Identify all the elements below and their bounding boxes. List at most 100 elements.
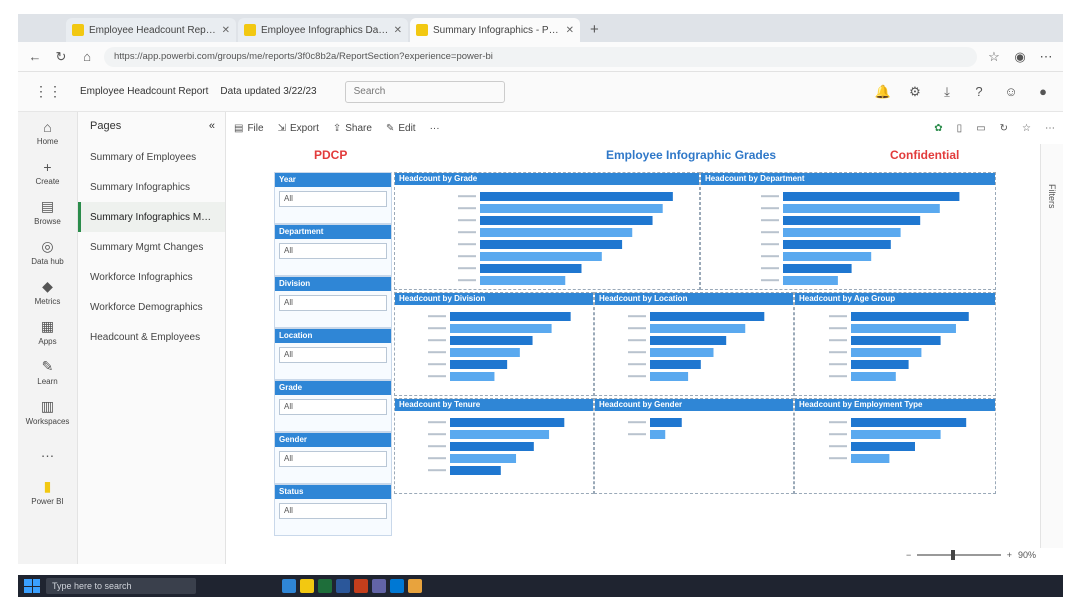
chart-bar[interactable]: [450, 348, 520, 357]
chart-bar[interactable]: [450, 312, 571, 321]
favorite-icon[interactable]: ☆: [1022, 123, 1031, 134]
slicer-dropdown[interactable]: All: [279, 243, 387, 259]
chart-bar[interactable]: [783, 252, 872, 261]
slicer[interactable]: Status All: [274, 484, 392, 536]
slicer-dropdown[interactable]: All: [279, 347, 387, 363]
rail-item-metrics[interactable]: ◆ Metrics: [18, 272, 77, 312]
chart-bar[interactable]: [851, 336, 941, 345]
chart-visual[interactable]: Headcount by Employment Type: [794, 398, 996, 494]
edit-button[interactable]: ✎ Edit: [386, 123, 416, 134]
chart-bar[interactable]: [480, 204, 663, 213]
bookmark-icon[interactable]: ▯: [957, 123, 963, 134]
slicer[interactable]: Department All: [274, 224, 392, 276]
chart-bar[interactable]: [480, 264, 582, 273]
chart-bar[interactable]: [851, 324, 956, 333]
more-icon[interactable]: ⋯: [1045, 123, 1055, 134]
browser-tab-2[interactable]: Employee Infographics Dashboard ✕: [238, 18, 408, 42]
chart-bar[interactable]: [851, 348, 922, 357]
slicer[interactable]: Year All: [274, 172, 392, 224]
rail-item-home[interactable]: ⌂ Home: [18, 112, 77, 152]
slicer-dropdown[interactable]: All: [279, 295, 387, 311]
browser-menu-icon[interactable]: ⋯: [1037, 49, 1055, 65]
chart-visual[interactable]: Headcount by Department: [700, 172, 996, 290]
export-menu[interactable]: ⇲ Export: [278, 123, 319, 134]
rail-item-workspaces[interactable]: ▥ Workspaces: [18, 392, 77, 432]
outlook-icon[interactable]: [390, 579, 404, 593]
chart-bar[interactable]: [851, 360, 909, 369]
collapse-pane-icon[interactable]: «: [209, 120, 215, 132]
chart-bar[interactable]: [783, 264, 852, 273]
chart-bar[interactable]: [480, 192, 673, 201]
back-icon[interactable]: ←: [26, 49, 44, 64]
zoom-control[interactable]: − + 90%: [906, 548, 1036, 562]
page-tab[interactable]: Summary Infographics Mgmt: [78, 202, 225, 232]
zoom-out-icon[interactable]: −: [906, 550, 911, 560]
close-tab-icon[interactable]: ✕: [566, 25, 574, 36]
chart-bar[interactable]: [650, 348, 714, 357]
chart-bar[interactable]: [480, 216, 653, 225]
chart-bar[interactable]: [650, 324, 746, 333]
taskbar-search-input[interactable]: Type here to search: [46, 578, 196, 594]
browser-tab-1[interactable]: Employee Headcount Report ✕: [66, 18, 236, 42]
feedback-icon[interactable]: ☺: [1001, 84, 1021, 99]
chart-bar[interactable]: [650, 336, 727, 345]
chart-bar[interactable]: [783, 240, 891, 249]
new-tab-button[interactable]: +: [582, 21, 607, 42]
teams-icon[interactable]: [372, 579, 386, 593]
start-icon[interactable]: [24, 579, 40, 593]
home-icon[interactable]: ⌂: [78, 49, 96, 64]
page-tab[interactable]: Workforce Infographics: [78, 262, 225, 292]
data-updated-label[interactable]: Data updated 3/22/23: [220, 86, 316, 97]
refresh-visuals-icon[interactable]: ↻: [1000, 123, 1008, 134]
page-tab[interactable]: Summary Mgmt Changes: [78, 232, 225, 262]
chart-bar[interactable]: [480, 252, 602, 261]
zoom-slider-knob[interactable]: [950, 550, 955, 560]
zoom-in-icon[interactable]: +: [1007, 550, 1012, 560]
chart-visual[interactable]: Headcount by Location: [594, 292, 794, 396]
slicer[interactable]: Grade All: [274, 380, 392, 432]
slicer[interactable]: Location All: [274, 328, 392, 380]
chrome-icon[interactable]: [408, 579, 422, 593]
rail-item-create[interactable]: + Create: [18, 152, 77, 192]
chart-bar[interactable]: [851, 442, 915, 451]
chart-bar[interactable]: [450, 324, 552, 333]
slicer[interactable]: Division All: [274, 276, 392, 328]
chart-bar[interactable]: [851, 454, 890, 463]
chart-bar[interactable]: [783, 228, 901, 237]
page-tab[interactable]: Workforce Demographics: [78, 292, 225, 322]
slicer-dropdown[interactable]: All: [279, 399, 387, 415]
profile-icon[interactable]: ◉: [1011, 49, 1029, 65]
chart-bar[interactable]: [650, 430, 666, 439]
more-options-button[interactable]: ···: [430, 123, 440, 134]
chart-visual[interactable]: Headcount by Division: [394, 292, 594, 396]
rail-item-power-bi[interactable]: ▮ Power BI: [18, 472, 77, 512]
chart-bar[interactable]: [450, 442, 534, 451]
chart-visual[interactable]: Headcount by Gender: [594, 398, 794, 494]
slicer-dropdown[interactable]: All: [279, 191, 387, 207]
chart-bar[interactable]: [851, 372, 896, 381]
help-icon[interactable]: ?: [969, 84, 989, 99]
chart-visual[interactable]: Headcount by Age Group: [794, 292, 996, 396]
edge-icon[interactable]: [282, 579, 296, 593]
url-field[interactable]: https://app.powerbi.com/groups/me/report…: [104, 46, 977, 67]
download-icon[interactable]: ⤓: [937, 84, 957, 100]
chart-bar[interactable]: [450, 372, 495, 381]
chart-bar[interactable]: [783, 192, 960, 201]
close-tab-icon[interactable]: ✕: [222, 25, 230, 36]
page-tab[interactable]: Summary of Employees: [78, 142, 225, 172]
avatar[interactable]: ●: [1033, 84, 1053, 99]
chart-bar[interactable]: [783, 204, 940, 213]
excel-icon[interactable]: [318, 579, 332, 593]
chart-bar[interactable]: [650, 418, 682, 427]
chart-bar[interactable]: [650, 312, 765, 321]
share-button[interactable]: ⇪ Share: [333, 123, 372, 134]
report-name[interactable]: Employee Headcount Report: [80, 86, 208, 97]
chart-bar[interactable]: [450, 466, 501, 475]
app-launcher-icon[interactable]: ⋮⋮: [28, 83, 68, 100]
file-menu[interactable]: ▤ File: [234, 123, 264, 134]
settings-icon[interactable]: ⚙: [905, 84, 925, 100]
chart-visual[interactable]: Headcount by Tenure: [394, 398, 594, 494]
slicer-dropdown[interactable]: All: [279, 503, 387, 519]
chart-bar[interactable]: [650, 372, 689, 381]
chart-bar[interactable]: [450, 418, 565, 427]
